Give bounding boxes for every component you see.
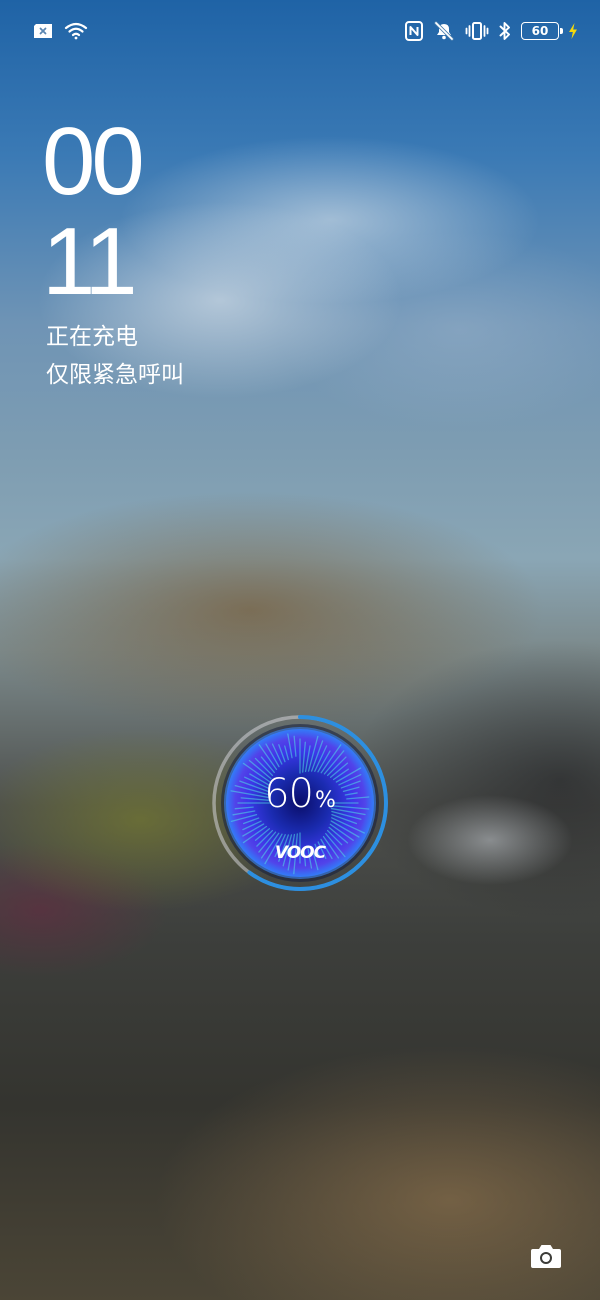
vibrate-icon <box>465 21 489 41</box>
charge-percent-label: 60% <box>210 771 390 817</box>
charging-indicator: 60% VOOC <box>210 713 390 893</box>
mute-icon <box>433 21 455 41</box>
battery-level: 60 <box>521 22 563 40</box>
clock-minutes: 11 <box>42 208 138 315</box>
battery-indicator: 60 <box>521 22 578 40</box>
emergency-call-label: 仅限紧急呼叫 <box>46 362 184 388</box>
charge-percent-sign: % <box>315 788 336 813</box>
status-bar: 60 <box>32 18 578 44</box>
charging-status-label: 正在充电 <box>46 324 138 350</box>
bluetooth-icon <box>499 21 511 41</box>
lock-screen: 60 00 11 正在充电 仅限紧急呼叫 60% VOOC <box>0 0 600 1300</box>
sim-error-icon <box>32 23 54 39</box>
status-bar-right: 60 <box>405 21 578 41</box>
lock-clock: 00 11 <box>42 108 145 315</box>
charging-bolt-icon <box>568 23 578 39</box>
clock-hours: 00 <box>42 108 145 215</box>
status-bar-left <box>32 22 88 40</box>
camera-shortcut-button[interactable] <box>526 1236 566 1276</box>
camera-icon <box>530 1242 562 1270</box>
lock-status-text: 正在充电 仅限紧急呼叫 <box>46 318 184 394</box>
nfc-icon <box>405 21 423 41</box>
wifi-icon <box>64 22 88 40</box>
vooc-logo: VOOC <box>274 843 326 863</box>
charge-percent-value: 60 <box>264 771 314 817</box>
